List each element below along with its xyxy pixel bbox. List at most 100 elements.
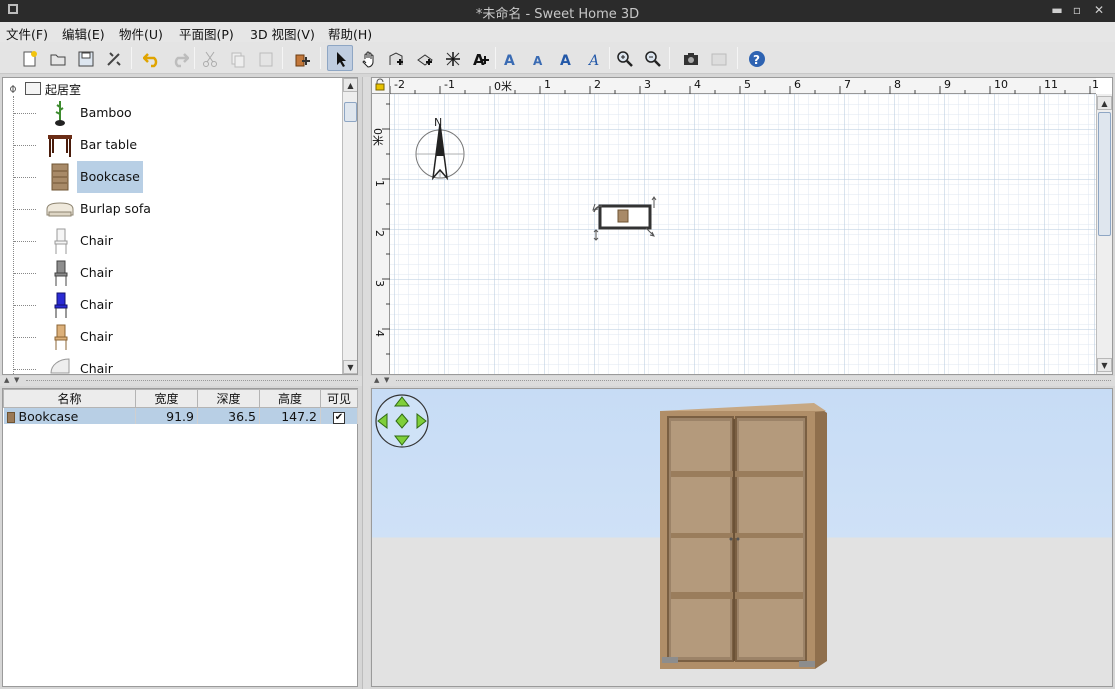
catalog-item-bar-table[interactable]: Bar table bbox=[3, 129, 341, 161]
create-walls-button[interactable] bbox=[383, 45, 409, 71]
new-home-button[interactable] bbox=[16, 45, 42, 71]
column-header-depth[interactable]: 深度 bbox=[197, 389, 260, 408]
lock-icon[interactable] bbox=[372, 78, 388, 92]
menu-edit[interactable]: 编辑(E) bbox=[62, 24, 105, 43]
scroll-up-arrow[interactable]: ▲ bbox=[343, 78, 357, 92]
left-split-divider[interactable]: ▲ ▼ bbox=[0, 376, 362, 386]
window-title-bar: *未命名 - Sweet Home 3D ▬ ▫ ✕ bbox=[0, 0, 1115, 22]
ruler-corner bbox=[372, 78, 390, 94]
create-dimensions-button[interactable] bbox=[439, 45, 465, 71]
create-photo-button[interactable] bbox=[677, 45, 703, 71]
grey-chair-icon bbox=[54, 260, 68, 286]
decrease-text-size-button[interactable]: A bbox=[525, 45, 551, 71]
svg-text:A: A bbox=[587, 53, 599, 68]
open-button[interactable] bbox=[44, 45, 70, 71]
create-rooms-button[interactable] bbox=[411, 45, 437, 71]
catalog-item-label: Chair bbox=[80, 265, 113, 280]
scroll-up-arrow[interactable]: ▲ bbox=[1097, 96, 1112, 110]
visible-checkbox[interactable]: ✔ bbox=[333, 412, 345, 424]
cell-visible[interactable]: ✔ bbox=[320, 407, 358, 424]
menu-furniture[interactable]: 物件(U) bbox=[119, 24, 163, 43]
add-text-button[interactable]: A bbox=[467, 45, 493, 71]
select-mode-button[interactable] bbox=[327, 45, 353, 71]
zoom-in-button[interactable] bbox=[611, 45, 637, 71]
svg-text:A: A bbox=[560, 53, 571, 68]
scroll-thumb[interactable] bbox=[344, 102, 357, 122]
close-icon[interactable]: ✕ bbox=[1090, 2, 1108, 18]
catalog-item-chair-grey[interactable]: Chair bbox=[3, 257, 341, 289]
plan-grid[interactable]: N bbox=[390, 94, 1096, 375]
cut-button[interactable] bbox=[196, 45, 222, 71]
bold-text-button[interactable]: A bbox=[553, 45, 579, 71]
svg-text:A: A bbox=[533, 54, 543, 68]
create-video-button[interactable] bbox=[705, 45, 731, 71]
column-header-name[interactable]: 名称 bbox=[3, 389, 136, 408]
catalog-item-chair-blue[interactable]: Chair bbox=[3, 289, 341, 321]
catalog-item-chair-wooden[interactable]: Chair bbox=[3, 321, 341, 353]
catalog-item-chair-shell[interactable]: Chair bbox=[3, 353, 341, 375]
table-row[interactable]: Bookcase 91.9 36.5 147.2 ✔ bbox=[3, 407, 358, 424]
pan-mode-button[interactable] bbox=[355, 45, 381, 71]
column-header-width[interactable]: 宽度 bbox=[135, 389, 198, 408]
wooden-chair-icon bbox=[54, 324, 68, 350]
catalog-item-bamboo[interactable]: Bamboo bbox=[3, 97, 341, 129]
catalog-item-label: Burlap sofa bbox=[80, 201, 151, 216]
scroll-down-arrow[interactable]: ▼ bbox=[343, 360, 357, 374]
plan-vertical-scrollbar[interactable]: ▲ ▼ bbox=[1096, 94, 1112, 374]
right-split-divider[interactable]: ▲ ▼ bbox=[370, 376, 1115, 386]
maximize-icon[interactable]: ▫ bbox=[1068, 2, 1086, 18]
bookcase-icon bbox=[6, 411, 15, 423]
undo-button[interactable] bbox=[138, 45, 164, 71]
scroll-thumb[interactable] bbox=[1098, 112, 1111, 236]
horizontal-ruler: -2 -1 0米 1 2 3 4 5 6 7 8 9 10 11 1 bbox=[390, 78, 1099, 94]
catalog-item-label: Bookcase bbox=[77, 161, 143, 193]
blue-chair-icon bbox=[54, 292, 68, 318]
folder-icon bbox=[25, 82, 41, 95]
bamboo-plant-icon bbox=[55, 101, 65, 126]
menu-plan[interactable]: 平面图(P) bbox=[179, 24, 234, 43]
add-furniture-button[interactable] bbox=[288, 45, 314, 71]
menu-help[interactable]: 帮助(H) bbox=[328, 24, 372, 43]
shell-chair-icon bbox=[50, 358, 70, 374]
minimize-icon[interactable]: ▬ bbox=[1048, 2, 1066, 18]
bookcase-icon bbox=[51, 163, 69, 191]
help-button[interactable]: ? bbox=[743, 45, 769, 71]
plan-view[interactable]: -2 -1 0米 1 2 3 4 5 6 7 8 9 10 11 1 0米 1 … bbox=[371, 77, 1113, 375]
menu-3d-view[interactable]: 3D 视图(V) bbox=[250, 24, 315, 43]
catalog-item-chair-white[interactable]: Chair bbox=[3, 225, 341, 257]
white-chair-icon bbox=[54, 228, 68, 254]
paste-button[interactable] bbox=[252, 45, 278, 71]
3d-navigation-control[interactable] bbox=[375, 394, 429, 448]
catalog-scrollbar[interactable]: ▲ ▼ bbox=[342, 78, 357, 374]
save-button[interactable] bbox=[72, 45, 98, 71]
furniture-list-table[interactable]: 名称 宽度 深度 高度 可见 Bookcase 91.9 36.5 147.2 … bbox=[2, 388, 358, 687]
preferences-button[interactable] bbox=[100, 45, 126, 71]
redo-button[interactable] bbox=[166, 45, 192, 71]
catalog-item-label: Chair bbox=[80, 297, 113, 312]
bar-table-icon bbox=[48, 135, 72, 157]
increase-text-size-button[interactable]: A bbox=[497, 45, 523, 71]
main-split-divider[interactable] bbox=[362, 77, 370, 689]
zoom-out-button[interactable] bbox=[639, 45, 665, 71]
scroll-down-arrow[interactable]: ▼ bbox=[1097, 358, 1112, 372]
menu-file[interactable]: 文件(F) bbox=[6, 24, 48, 43]
catalog-item-burlap-sofa[interactable]: Burlap sofa bbox=[3, 193, 341, 225]
column-header-height[interactable]: 高度 bbox=[259, 389, 321, 408]
column-header-visible[interactable]: 可见 bbox=[320, 389, 358, 408]
menu-bar: 文件(F) 编辑(E) 物件(U) 平面图(P) 3D 视图(V) 帮助(H) bbox=[0, 22, 1115, 42]
catalog-item-label: Chair bbox=[80, 233, 113, 248]
cell-name: Bookcase bbox=[3, 407, 136, 424]
italic-text-button[interactable]: A bbox=[581, 45, 607, 71]
toolbar: A A A A A ? bbox=[0, 42, 1115, 74]
3d-bookcase-model[interactable] bbox=[660, 403, 827, 669]
catalog-item-label: Bar table bbox=[80, 137, 138, 152]
furniture-catalog-tree[interactable]: 起居室 Bamboo Bar table Bookcase Burlap sof… bbox=[2, 77, 358, 375]
svg-text:A: A bbox=[504, 53, 515, 68]
catalog-item-bookcase[interactable]: Bookcase bbox=[3, 161, 341, 193]
copy-button[interactable] bbox=[224, 45, 250, 71]
collapse-icon[interactable] bbox=[9, 85, 17, 93]
3d-view[interactable] bbox=[371, 388, 1113, 687]
cell-depth: 36.5 bbox=[197, 407, 260, 424]
catalog-item-label: Chair bbox=[80, 361, 113, 375]
catalog-category-label: 起居室 bbox=[45, 83, 82, 97]
